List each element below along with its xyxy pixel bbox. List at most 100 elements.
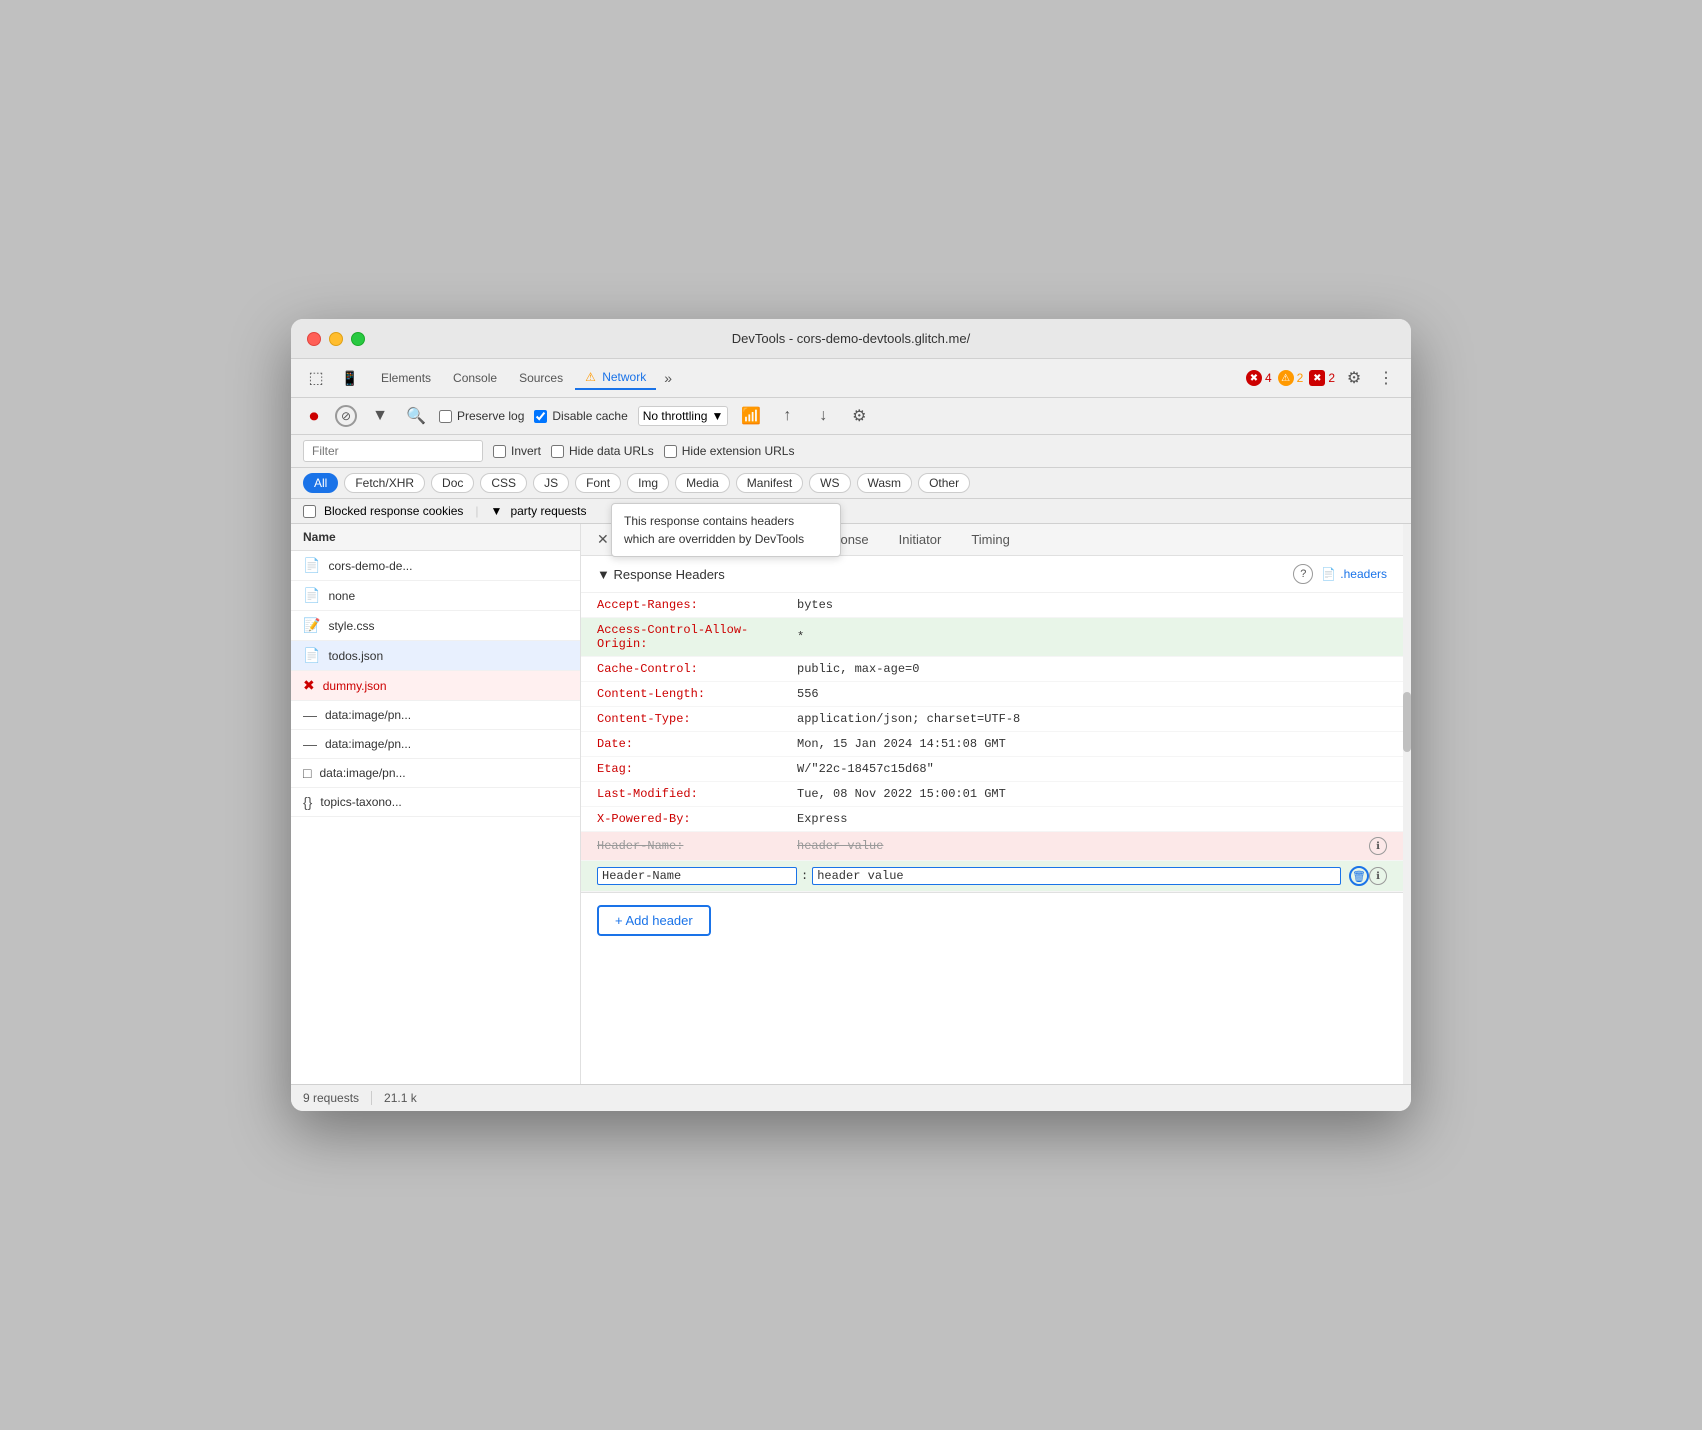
preserve-log-checkbox[interactable]: Preserve log: [439, 409, 524, 423]
status-divider: [371, 1091, 372, 1105]
main-content: Name 📄 cors-demo-de... 📄 none 📝 style.cs…: [291, 524, 1411, 1084]
tab-bar: ⬚ 📱 Elements Console Sources ⚠ Network »…: [291, 359, 1411, 398]
add-header-row: + Add header: [581, 892, 1403, 948]
doc-icon: 📄: [303, 557, 320, 574]
list-item[interactable]: 📄 cors-demo-de...: [291, 551, 580, 581]
filter-manifest[interactable]: Manifest: [736, 473, 803, 493]
filter-css[interactable]: CSS: [480, 473, 527, 493]
doc-icon: 📄: [303, 647, 320, 664]
headers-content: ▼ Response Headers ? 📄 .headers Accept-R…: [581, 556, 1403, 1084]
type-filters: All Fetch/XHR Doc CSS JS Font Img Media …: [291, 468, 1411, 499]
header-value-input[interactable]: [812, 867, 1341, 885]
badge-area: ✖ 4 ⚠ 2 ✖ 2 ⚙ ⋮: [1246, 365, 1399, 391]
requests-list: Name 📄 cors-demo-de... 📄 none 📝 style.cs…: [291, 524, 581, 1084]
section-header: ▼ Response Headers ? 📄 .headers: [581, 556, 1403, 593]
headers-file-button[interactable]: 📄 .headers: [1321, 567, 1387, 581]
header-row-override-edit[interactable]: : 🗑 ℹ: [581, 861, 1403, 892]
scrollbar[interactable]: [1403, 524, 1411, 1084]
json-icon: {}: [303, 794, 312, 810]
filter-doc[interactable]: Doc: [431, 473, 474, 493]
network-settings-icon[interactable]: ⚙: [846, 403, 872, 429]
minimize-button[interactable]: [329, 332, 343, 346]
filter-ws[interactable]: WS: [809, 473, 850, 493]
help-button[interactable]: ?: [1293, 564, 1313, 584]
item-name: topics-taxono...: [320, 795, 568, 809]
upload-icon[interactable]: ↑: [774, 403, 800, 429]
list-item-selected[interactable]: 📄 todos.json: [291, 641, 580, 671]
tooltip-popup: This response contains headers which are…: [611, 503, 841, 557]
status-bar: 9 requests 21.1 k: [291, 1084, 1411, 1111]
dash-icon: —: [303, 707, 317, 723]
list-item[interactable]: — data:image/pn...: [291, 701, 580, 730]
tab-network[interactable]: ⚠ Network: [575, 366, 656, 390]
filter-fetch-xhr[interactable]: Fetch/XHR: [344, 473, 425, 493]
filter-other[interactable]: Other: [918, 473, 970, 493]
css-icon: 📝: [303, 617, 320, 634]
filter-input[interactable]: [303, 440, 483, 462]
item-name: data:image/pn...: [325, 708, 568, 722]
list-item[interactable]: 📄 none: [291, 581, 580, 611]
delete-header-button[interactable]: 🗑: [1349, 866, 1369, 886]
info-icon[interactable]: ℹ: [1369, 837, 1387, 855]
tab-more[interactable]: »: [658, 368, 678, 388]
stop-recording-button[interactable]: ⏺: [303, 405, 325, 427]
blocked-cookies-checkbox[interactable]: [303, 505, 316, 518]
list-item[interactable]: □ data:image/pn...: [291, 759, 580, 788]
wifi-icon[interactable]: 📶: [738, 403, 764, 429]
more-menu-icon[interactable]: ⋮: [1373, 365, 1399, 391]
maximize-button[interactable]: [351, 332, 365, 346]
header-row-content-length: Content-Length: 556: [581, 682, 1403, 707]
filter-js[interactable]: JS: [533, 473, 569, 493]
filter-wasm[interactable]: Wasm: [857, 473, 913, 493]
settings-icon[interactable]: ⚙: [1341, 365, 1367, 391]
header-row-content-type: Content-Type: application/json; charset=…: [581, 707, 1403, 732]
filter-all[interactable]: All: [303, 473, 338, 493]
devtools-window: DevTools - cors-demo-devtools.glitch.me/…: [291, 319, 1411, 1111]
device-icon[interactable]: 📱: [337, 365, 363, 391]
window-title: DevTools - cors-demo-devtools.glitch.me/: [732, 331, 970, 346]
list-item[interactable]: — data:image/pn...: [291, 730, 580, 759]
list-item[interactable]: {} topics-taxono...: [291, 788, 580, 817]
list-item[interactable]: 📝 style.css: [291, 611, 580, 641]
list-item-error[interactable]: ✖ dummy.json: [291, 671, 580, 701]
right-panel: ✕ Headers Preview Response Initiator Tim…: [581, 524, 1403, 1084]
warning-badge[interactable]: ⚠ 2: [1278, 370, 1304, 386]
inspect-icon[interactable]: ⬚: [303, 365, 329, 391]
tab-initiator[interactable]: Initiator: [885, 525, 956, 554]
invert-checkbox[interactable]: Invert: [493, 444, 541, 458]
blocked-badge[interactable]: ✖ 2: [1309, 370, 1335, 386]
add-header-button[interactable]: + Add header: [597, 905, 711, 936]
filter-img[interactable]: Img: [627, 473, 669, 493]
filter-row: Invert Hide data URLs Hide extension URL…: [291, 435, 1411, 468]
clear-button[interactable]: ⊘: [335, 405, 357, 427]
scrollbar-thumb[interactable]: [1403, 692, 1411, 752]
filter-icon[interactable]: ▼: [367, 403, 393, 429]
disable-cache-checkbox[interactable]: Disable cache: [534, 409, 627, 423]
header-name-input[interactable]: [597, 867, 797, 885]
tab-timing[interactable]: Timing: [957, 525, 1024, 554]
item-name: todos.json: [328, 649, 568, 663]
image-icon: □: [303, 765, 311, 781]
dash-icon: —: [303, 736, 317, 752]
info-icon-2[interactable]: ℹ: [1369, 867, 1387, 885]
tab-console[interactable]: Console: [443, 367, 507, 389]
section-actions: ? 📄 .headers: [1293, 564, 1387, 584]
hide-extension-urls-checkbox[interactable]: Hide extension URLs: [664, 444, 795, 458]
hide-data-urls-checkbox[interactable]: Hide data URLs: [551, 444, 654, 458]
close-button[interactable]: [307, 332, 321, 346]
search-icon[interactable]: 🔍: [403, 403, 429, 429]
tab-elements[interactable]: Elements: [371, 367, 441, 389]
tab-sources[interactable]: Sources: [509, 367, 573, 389]
filter-font[interactable]: Font: [575, 473, 621, 493]
item-name: data:image/pn...: [319, 766, 568, 780]
header-row-acao: Access-Control-Allow-Origin: *: [581, 618, 1403, 657]
filter-media[interactable]: Media: [675, 473, 730, 493]
header-row-last-modified: Last-Modified: Tue, 08 Nov 2022 15:00:01…: [581, 782, 1403, 807]
item-name: style.css: [328, 619, 568, 633]
transfer-size: 21.1 k: [384, 1091, 417, 1105]
error-icon: ✖: [303, 677, 315, 694]
throttle-select[interactable]: No throttling ▼: [638, 406, 729, 426]
blocked-row: Blocked response cookies | ▼ party reque…: [291, 499, 1411, 524]
download-icon[interactable]: ↓: [810, 403, 836, 429]
error-badge[interactable]: ✖ 4: [1246, 370, 1272, 386]
